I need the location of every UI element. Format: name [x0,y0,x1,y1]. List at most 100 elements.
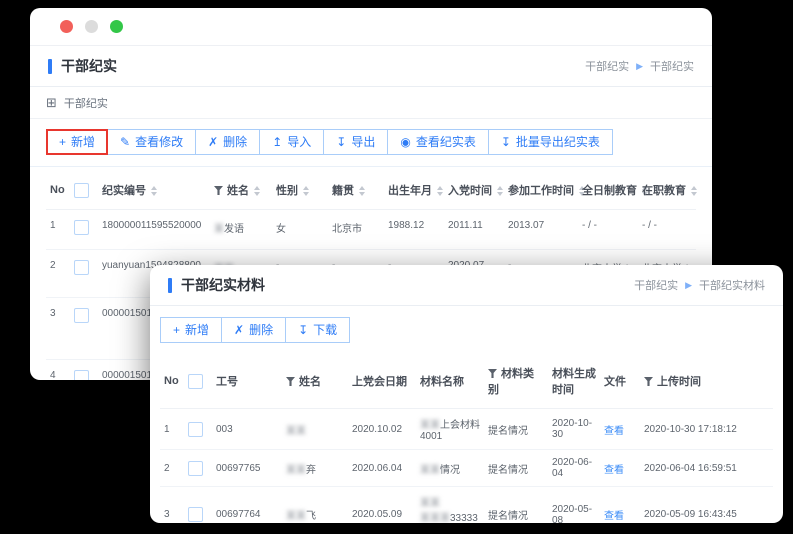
materials-table: No工号姓名上党会日期材料名称材料类别材料生成时间文件上传时间1003某某202… [160,354,773,523]
checkbox-cell[interactable] [70,210,98,250]
download-button[interactable]: ↧ 下载 [285,317,350,343]
batch-export-record-table-button[interactable]: ↧批量导出纪实表 [488,129,613,155]
sort-icon[interactable] [151,186,157,196]
file-cell: 查看 [600,409,640,450]
column-label: 姓名 [299,376,321,388]
select-all-cell[interactable] [70,171,98,210]
materials-table-container: No工号姓名上党会日期材料名称材料类别材料生成时间文件上传时间1003某某202… [150,354,783,523]
table-cell: 2020-06-04 [548,450,600,487]
filter-icon[interactable] [644,377,653,386]
redacted-text: 某 [214,224,224,235]
redacted-text: 某某 [420,498,440,509]
breadcrumb-item[interactable]: 干部纪实材料 [699,277,765,293]
table-row: 1003某某2020.10.02某某上会材料4001提名情况2020-10-30… [160,409,773,450]
redacted-text: 某某 [286,511,306,522]
column-header: 工号 [212,354,282,409]
row-checkbox[interactable] [188,422,203,437]
filter-icon[interactable] [214,186,223,195]
table-cell: - / - [578,210,638,250]
sort-icon[interactable] [303,186,309,196]
select-all-cell[interactable] [184,354,212,409]
checkbox-cell[interactable] [184,409,212,450]
table-cell: 某发语 [210,210,272,250]
redacted-text: 某某 [286,465,306,476]
column-label: 入党时间 [448,185,492,197]
view-edit-button[interactable]: ✎查看修改 [107,129,196,155]
filter-icon[interactable] [488,369,497,378]
checkbox-cell[interactable] [70,250,98,298]
add-button[interactable]: +新增 [46,129,108,155]
column-label: 性别 [276,185,298,197]
column-header: 上党会日期 [348,354,416,409]
table-row: 200697765某某弃2020.06.04某某情况提名情况2020-06-04… [160,450,773,487]
export-button[interactable]: ↧导出 [323,129,388,155]
eye-icon: ◉ [400,136,410,148]
row-checkbox[interactable] [74,260,89,275]
sort-icon[interactable] [691,186,697,196]
button-label: 下载 [313,324,337,336]
row-checkbox[interactable] [74,220,89,235]
delete-button[interactable]: ✗删除 [221,317,286,343]
column-label: 上党会日期 [352,376,407,388]
table-cell: 2 [46,250,70,298]
breadcrumb-item[interactable]: 干部纪实 [650,58,694,74]
checkbox-cell[interactable] [184,450,212,487]
checkbox-cell[interactable] [184,487,212,524]
checkbox-cell[interactable] [70,360,98,381]
column-label: 纪实编号 [102,185,146,197]
table-cell: 1988.12 [384,210,444,250]
row-checkbox[interactable] [188,461,203,476]
sort-icon[interactable] [497,186,503,196]
table-cell: 某某情况 [416,450,484,487]
breadcrumb-arrow-icon: ▶ [685,281,692,290]
button-label: 查看修改 [135,136,183,148]
column-header: 入党时间 [444,171,504,210]
file-cell: 查看 [600,487,640,524]
page-title: 干部纪实材料 [181,275,265,295]
close-button[interactable] [60,20,73,33]
breadcrumb-item[interactable]: 干部纪实 [585,58,629,74]
page-header: 干部纪实 干部纪实 ▶ 干部纪实 [30,46,712,87]
select-all-checkbox[interactable] [74,183,89,198]
minimize-button[interactable] [85,20,98,33]
table-cell: 2020.05.09 [348,487,416,524]
view-file-link[interactable]: 查看 [604,511,624,522]
add-button[interactable]: +新增 [160,317,222,343]
file-cell: 查看 [600,450,640,487]
delete-button[interactable]: ✗删除 [195,129,260,155]
download-icon: ↧ [298,324,308,336]
column-header: 籍贯 [328,171,384,210]
filter-icon[interactable] [286,377,295,386]
breadcrumb: 干部纪实 ▶ 干部纪实 [585,58,694,74]
section-header: ⊞ 干部纪实 [30,87,712,119]
checkbox-cell[interactable] [70,298,98,360]
row-checkbox[interactable] [74,308,89,323]
sort-icon[interactable] [359,186,365,196]
column-label: No [50,184,65,196]
records-toolbar: +新增✎查看修改✗删除↥导入↧导出◉查看纪实表↧批量导出纪实表 [30,119,712,167]
column-label: 工号 [216,376,238,388]
row-checkbox[interactable] [188,507,203,522]
import-button[interactable]: ↥导入 [259,129,324,155]
breadcrumb-item[interactable]: 干部纪实 [634,277,678,293]
column-label: 上传时间 [657,376,701,388]
select-all-checkbox[interactable] [188,374,203,389]
column-header: No [160,354,184,409]
redacted-text: 某某某 [420,513,450,523]
view-file-link[interactable]: 查看 [604,465,624,476]
page-header: 干部纪实材料 干部纪实 ▶ 干部纪实材料 [150,265,783,306]
table-cell: 某某飞 [282,487,348,524]
button-label: 新增 [71,136,95,148]
view-file-link[interactable]: 查看 [604,426,624,437]
maximize-button[interactable] [110,20,123,33]
sort-icon[interactable] [437,186,443,196]
row-checkbox[interactable] [74,370,89,380]
del-icon: ✗ [234,324,244,336]
upload-icon: ↥ [272,136,282,148]
table-cell: 2013.07 [504,210,578,250]
table-cell: 00697765 [212,450,282,487]
table-cell: 2020-10-30 17:18:12 [640,409,773,450]
sort-icon[interactable] [254,186,260,196]
view-record-table-button[interactable]: ◉查看纪实表 [387,129,489,155]
title-accent-bar [48,59,52,74]
